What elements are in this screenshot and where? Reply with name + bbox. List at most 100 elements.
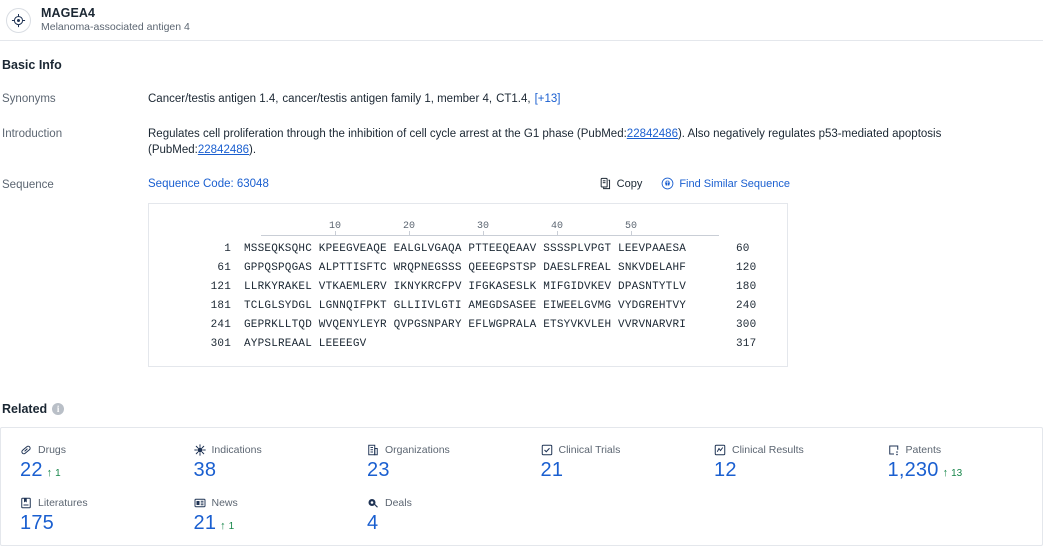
sequence-line-end: 300 [736,319,757,331]
sequence-line: 301 AYPSLREAAL LEEEEGV 317 [149,335,787,354]
stat-news[interactable]: News 21 ↑ 1 [175,495,349,535]
find-similar-sequence-button[interactable]: Find Similar Sequence [661,177,790,190]
find-similar-sequence-icon [661,177,674,190]
pubmed-link-1[interactable]: 22842486 [627,128,678,140]
synonym-item-1: Cancer/testis antigen 1.4, [148,93,279,105]
sequence-line-start: 121 [210,281,231,293]
stat-clinical-results-head: Clinical Results [714,442,869,457]
stat-clinical-results-value-row: 12 [714,459,869,482]
arrow-up-icon: ↑ [220,520,226,532]
stat-drugs-label: Drugs [38,443,67,456]
introduction-label: Introduction [2,128,63,140]
sequence-code[interactable]: Sequence Code: 63048 [148,178,269,190]
stat-deals[interactable]: Deals 4 [348,495,522,535]
sequence-line-residues: AYPSLREAAL LEEEEGV [244,338,367,350]
sequence-line: 241 GEPRKLLTQD WVQENYLEYR QVPGSNPARY EFL… [149,316,787,335]
synonyms-row: Synonyms Cancer/testis antigen 1.4, cance… [0,72,1043,107]
sequence-actions: Copy Find Similar Sequence [599,177,1043,190]
literature-icon [20,497,32,509]
sequence-line-end: 317 [736,338,757,350]
sequence-line-residues: TCLGLSYDGL LGNNQIFPKT GLLIIVLGTI AMEGDSA… [244,300,687,312]
page-header: MAGEA4 Melanoma-associated antigen 4 [0,0,1043,41]
pubmed-link-2[interactable]: 22842486 [198,144,249,156]
deals-icon [367,497,379,509]
sequence-line-residues: LLRKYRAKEL VTKAEMLERV IKNYKRCFPV IFGKASE… [244,281,687,293]
target-crosshair-icon [6,7,31,33]
stat-clinical-trials-value: 21 [540,459,564,481]
building-icon [367,444,379,456]
sequence-line-start: 241 [210,319,231,331]
sequence-line: 61 GPPQSPQGAS ALPTTISFTC WRQPNEGSSS QEEE… [149,259,787,278]
news-icon [194,497,206,509]
sequence-line: 1 MSSEQKSQHC KPEEGVEAQE EALGLVGAQA PTTEE… [149,240,787,259]
stat-news-label: News [211,496,238,509]
synonym-item-2: cancer/testis antigen family 1, member 4… [282,93,493,105]
stat-patents-value-row: 1,230 ↑ 13 [888,459,1043,482]
copy-icon [599,177,612,190]
ruler-tick-40: 40 [550,221,564,232]
info-icon[interactable]: i [52,403,65,415]
stat-clinical-results[interactable]: Clinical Results 12 [695,442,869,482]
stat-clinical-trials-value-row: 21 [541,459,696,482]
synonym-item-3: CT1.4, [496,93,531,105]
introduction-row: Introduction Regulates cell proliferatio… [0,107,1043,158]
stat-drugs[interactable]: Drugs 22 ↑ 1 [1,442,175,482]
synonyms-more-link[interactable]: [+13] [535,93,561,105]
stat-clinical-trials-head: Clinical Trials [541,442,696,457]
clinical-results-icon [714,444,726,456]
virus-icon [193,443,206,456]
ruler-tick-20: 20 [402,221,416,232]
introduction-value: Regulates cell proliferation through the… [148,126,1043,158]
stat-organizations[interactable]: Organizations 23 [348,442,522,482]
ruler-tick-50: 50 [624,221,638,232]
arrow-up-icon: ↑ [942,467,949,479]
sequence-line-start: 1 [224,243,231,255]
stat-patents-value: 1,230 [887,459,939,481]
page-body: Basic Info Synonyms Cancer/testis antige… [0,41,1043,546]
stat-organizations-value: 23 [367,459,390,481]
copy-label: Copy [616,177,643,190]
sequence-line-end: 60 [736,243,750,255]
stat-deals-value-row: 4 [367,512,522,535]
stat-clinical-trials[interactable]: Clinical Trials 21 [522,442,696,482]
sequence-viewer: 10 20 30 40 50 1 MSSEQKSQHC KPEEGVEAQE E… [148,203,788,367]
find-similar-sequence-label: Find Similar Sequence [679,177,790,190]
sequence-line-residues: MSSEQKSQHC KPEEGVEAQE EALGLVGAQA PTTEEQE… [244,243,687,255]
stat-literatures-value: 175 [20,512,54,534]
stat-patents[interactable]: Patents 1,230 ↑ 13 [869,442,1043,482]
copy-button[interactable]: Copy [599,177,643,190]
related-title: Related [2,402,48,416]
stat-deals-head: Deals [367,495,522,510]
stat-drugs-delta-value: 1 [55,468,61,479]
stat-deals-value: 4 [367,512,379,534]
related-stats-grid: Drugs 22 ↑ 1 Indications 38 Organization… [1,442,1042,535]
stat-news-delta-value: 1 [228,521,235,532]
page-subtitle: Melanoma-associated antigen 4 [41,21,190,33]
sequence-header-bar: Sequence Code: 63048 Copy Find Similar S… [148,177,1043,190]
stat-indications-head: Indications [193,442,349,457]
stat-indications-label: Indications [211,443,262,456]
sequence-line-start: 301 [210,338,231,350]
stat-clinical-results-value: 12 [714,459,737,481]
stat-literatures[interactable]: Literatures 175 [1,495,175,535]
sequence-line-end: 240 [736,300,757,312]
sequence-line: 181 TCLGLSYDGL LGNNQIFPKT GLLIIVLGTI AME… [149,297,787,316]
related-heading: Related i [0,367,1043,416]
sequence-line-end: 120 [736,262,757,274]
clinical-trials-icon [541,444,553,456]
sequence-line: 121 LLRKYRAKEL VTKAEMLERV IKNYKRCFPV IFG… [149,278,787,297]
introduction-text-part-3: ). [249,144,257,156]
page-title: MAGEA4 [41,6,96,20]
ruler-tick-10: 10 [328,221,342,232]
stat-news-value: 21 [193,512,217,534]
related-stats-card: Drugs 22 ↑ 1 Indications 38 Organization… [0,427,1043,546]
stat-indications[interactable]: Indications 38 [175,442,349,482]
stat-patents-head: Patents [888,442,1043,457]
basic-info-heading: Basic Info [2,58,62,72]
sequence-label: Sequence [2,179,54,191]
stat-drugs-value-row: 22 ↑ 1 [20,459,175,482]
stat-organizations-head: Organizations [367,442,522,457]
stat-literatures-label: Literatures [38,496,88,509]
stat-patents-label: Patents [905,443,942,456]
stat-clinical-results-label: Clinical Results [732,443,804,456]
